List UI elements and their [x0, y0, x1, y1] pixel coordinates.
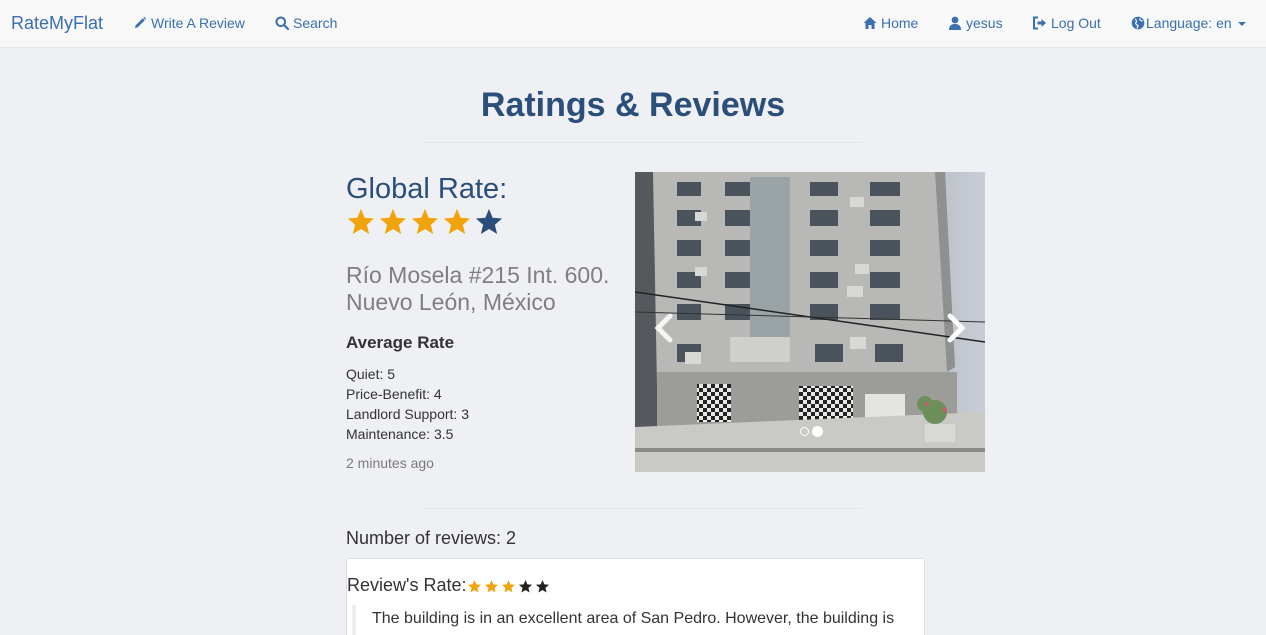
star-filled-icon [467, 579, 482, 593]
logout-link[interactable]: Log Out [1032, 15, 1101, 31]
logout-label: Log Out [1051, 15, 1101, 31]
carousel-indicator-dot[interactable] [800, 427, 809, 436]
star-empty-icon [535, 579, 550, 593]
star-filled-icon [484, 579, 499, 593]
search-icon [275, 16, 289, 30]
carousel-indicators [800, 426, 823, 437]
global-rate-label: Global Rate: [346, 173, 508, 205]
home-link[interactable]: Home [863, 15, 918, 31]
posted-time: 2 minutes ago [346, 455, 434, 471]
title-divider [424, 142, 862, 143]
carousel-next-button[interactable] [942, 313, 968, 343]
review-rating-stars [467, 579, 552, 594]
caret-down-icon [1237, 22, 1246, 26]
logout-icon [1033, 16, 1046, 30]
user-label: yesus [966, 15, 1003, 31]
star-empty-icon [518, 579, 533, 593]
flat-address: Río Mosela #215 Int. 600. Nuevo León, Mé… [346, 262, 636, 316]
global-rating-stars [346, 207, 506, 237]
carousel-prev-button[interactable] [652, 313, 678, 343]
language-label: Language: en [1146, 15, 1232, 31]
average-rate-heading: Average Rate [346, 333, 455, 352]
navbar: RateMyFlat Write A Review Search Home ye… [0, 0, 1266, 48]
user-profile-link[interactable]: yesus [948, 15, 1003, 31]
language-dropdown[interactable]: Language: en [1131, 15, 1248, 31]
star-filled-icon [347, 208, 375, 234]
metric-price-benefit: Price-Benefit: 4 [346, 386, 442, 402]
star-filled-icon [443, 208, 471, 234]
star-empty-icon [475, 208, 503, 234]
user-icon [949, 16, 961, 30]
write-review-link[interactable]: Write A Review [133, 15, 245, 31]
home-label: Home [881, 15, 919, 31]
review-rate-label: Review's Rate: [347, 575, 467, 595]
write-review-label: Write A Review [151, 15, 245, 31]
carousel-indicator-dot[interactable] [812, 426, 823, 437]
home-icon [863, 17, 877, 29]
star-filled-icon [501, 579, 516, 593]
address-line-2: Nuevo León, México [346, 289, 556, 315]
star-filled-icon [411, 208, 439, 234]
brand-link[interactable]: RateMyFlat [11, 13, 103, 34]
review-text: The building is in an excellent area of … [372, 610, 895, 627]
pencil-icon [135, 16, 147, 28]
metric-maintenance: Maintenance: 3.5 [346, 426, 454, 442]
address-line-1: Río Mosela #215 Int. 600. [346, 262, 610, 288]
page-title: Ratings & Reviews [480, 86, 786, 124]
search-link[interactable]: Search [275, 15, 337, 31]
review-text-block: The building is in an excellent area of … [352, 605, 912, 635]
metric-quiet: Quiet: 5 [346, 366, 396, 382]
metric-landlord-support: Landlord Support: 3 [346, 406, 469, 422]
globe-icon [1131, 16, 1145, 30]
average-metrics-list: Quiet: 5 Price-Benefit: 4 Landlord Suppo… [346, 364, 469, 444]
star-filled-icon [379, 208, 407, 234]
section-divider [424, 508, 862, 509]
review-count: Number of reviews: 2 [346, 528, 517, 548]
search-label: Search [293, 15, 338, 31]
